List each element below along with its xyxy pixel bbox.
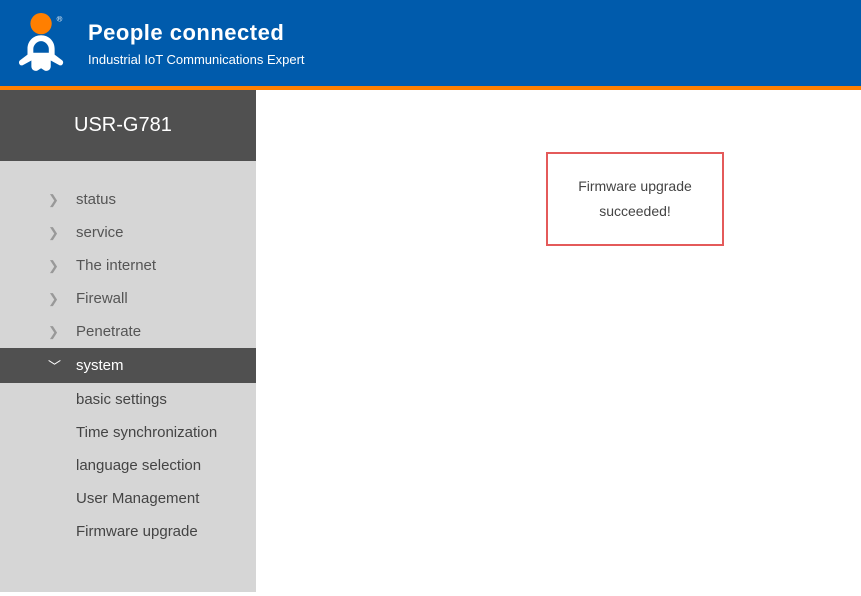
brand-title: People connected	[88, 20, 305, 46]
sub-label: Firmware upgrade	[76, 523, 198, 540]
sub-label: basic settings	[76, 391, 167, 408]
sidebar: USR-G781 ❯ status ❯ service ❯ The intern…	[0, 90, 256, 592]
logo-icon: ®	[12, 12, 74, 74]
nav-label: status	[76, 191, 116, 208]
chevron-right-icon: ❯	[48, 258, 62, 274]
sub-label: Time synchronization	[76, 424, 217, 441]
nav-item-internet[interactable]: ❯ The internet	[0, 249, 256, 282]
content: Firmware upgrade succeeded!	[256, 90, 861, 592]
firmware-success-message: Firmware upgrade succeeded!	[546, 152, 724, 246]
device-title: USR-G781	[0, 90, 256, 161]
sub-item-basic-settings[interactable]: basic settings	[0, 383, 256, 416]
brand-subtitle: Industrial IoT Communications Expert	[88, 52, 305, 67]
nav-item-service[interactable]: ❯ service	[0, 216, 256, 249]
sub-item-time-sync[interactable]: Time synchronization	[0, 416, 256, 449]
sub-item-user-management[interactable]: User Management	[0, 482, 256, 515]
chevron-down-icon: ﹀	[48, 356, 62, 375]
nav-label: system	[76, 357, 124, 374]
header: ® People connected Industrial IoT Commun…	[0, 0, 861, 90]
svg-text:®: ®	[57, 15, 63, 24]
nav-label: service	[76, 224, 124, 241]
sub-label: language selection	[76, 457, 201, 474]
sub-label: User Management	[76, 490, 199, 507]
nav-item-system[interactable]: ﹀ system	[0, 348, 256, 383]
nav-item-penetrate[interactable]: ❯ Penetrate	[0, 315, 256, 348]
chevron-right-icon: ❯	[48, 225, 62, 241]
nav-label: Penetrate	[76, 323, 141, 340]
sub-item-language[interactable]: language selection	[0, 449, 256, 482]
nav: ❯ status ❯ service ❯ The internet ❯ Fire…	[0, 161, 256, 548]
brand-text: People connected Industrial IoT Communic…	[88, 20, 305, 67]
nav-item-status[interactable]: ❯ status	[0, 183, 256, 216]
chevron-right-icon: ❯	[48, 291, 62, 307]
nav-label: The internet	[76, 257, 156, 274]
layout: USR-G781 ❯ status ❯ service ❯ The intern…	[0, 90, 861, 592]
sub-item-firmware-upgrade[interactable]: Firmware upgrade	[0, 515, 256, 548]
chevron-right-icon: ❯	[48, 192, 62, 208]
nav-label: Firewall	[76, 290, 128, 307]
chevron-right-icon: ❯	[48, 324, 62, 340]
nav-item-firewall[interactable]: ❯ Firewall	[0, 282, 256, 315]
